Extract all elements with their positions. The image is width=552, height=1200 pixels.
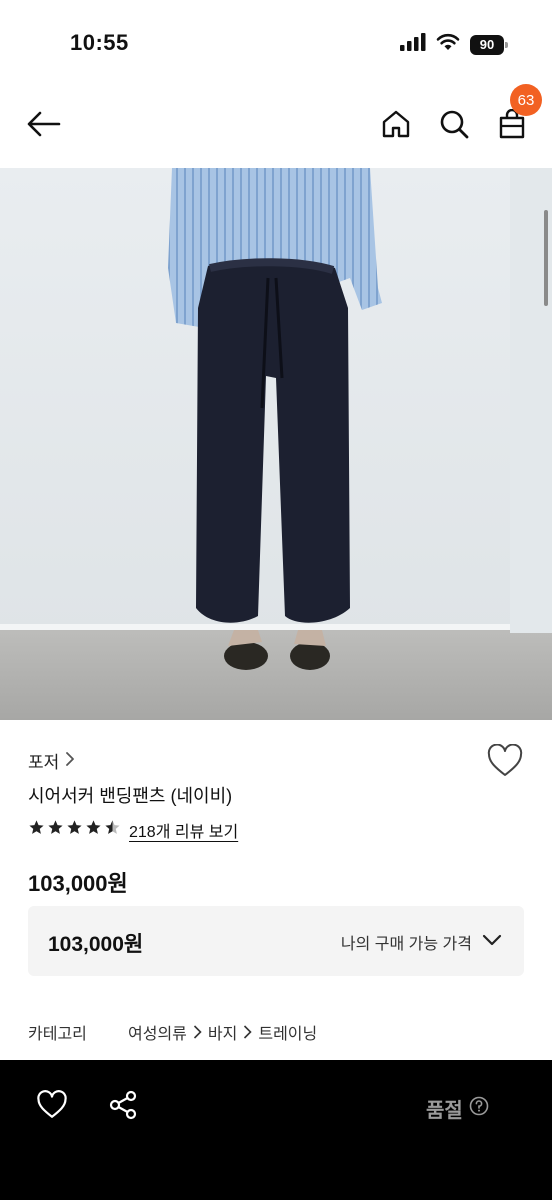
half-star-icon (104, 819, 121, 841)
bottom-action-bar: 품절 (0, 1060, 552, 1200)
wifi-icon (436, 33, 460, 56)
status-time: 10:55 (70, 30, 129, 55)
search-icon (439, 109, 469, 144)
category-label: 카테고리 (28, 1026, 87, 1043)
star-icon (66, 819, 83, 841)
purchase-price-toggle[interactable]: 나의 구매 가능 가격 (341, 930, 502, 954)
review-link[interactable]: 218개 리뷰 보기 (129, 818, 238, 842)
category-row: 카테고리 여성의류 바지 트레이닝 (28, 1020, 317, 1044)
soldout-label: 품절 (426, 1100, 463, 1122)
share-icon (108, 1090, 138, 1124)
breadcrumb-item[interactable]: 여성의류 (128, 1020, 187, 1044)
status-bar: 10:55 90 (0, 0, 552, 88)
help-circle-icon[interactable] (469, 1096, 489, 1122)
heart-icon (36, 1090, 68, 1124)
image-scroll-indicator (544, 210, 548, 306)
star-rating (28, 819, 121, 841)
breadcrumb-item[interactable]: 트레이닝 (258, 1020, 317, 1044)
product-price: 103,000원 (28, 871, 128, 896)
app-header: 63 (0, 84, 552, 168)
home-icon (381, 109, 411, 144)
purchase-price-box[interactable]: 103,000원 나의 구매 가능 가격 (28, 906, 524, 976)
cellular-signal-icon (400, 33, 426, 56)
purchase-price-toggle-label: 나의 구매 가능 가격 (340, 936, 472, 953)
product-title: 시어서커 밴딩팬츠 (네이비) (28, 786, 233, 806)
chevron-right-icon (243, 1025, 252, 1039)
star-icon (47, 819, 64, 841)
purchase-price-amount: 103,000원 (48, 933, 144, 956)
chevron-right-icon (65, 751, 75, 771)
status-icons: 90 (400, 33, 508, 56)
star-icon (85, 819, 102, 841)
rating-row: 218개 리뷰 보기 (28, 818, 238, 842)
chevron-right-icon (193, 1025, 202, 1039)
brand-link[interactable]: 포저 (28, 748, 75, 773)
back-arrow-icon (27, 111, 61, 142)
brand-name: 포저 (28, 753, 60, 772)
search-button[interactable] (434, 106, 474, 146)
heart-icon (486, 743, 524, 782)
back-button[interactable] (24, 106, 64, 146)
like-button[interactable] (36, 1090, 68, 1122)
product-image[interactable] (0, 168, 552, 720)
star-icon (28, 819, 45, 841)
share-button[interactable] (108, 1090, 138, 1120)
battery-icon: 90 (470, 34, 508, 55)
wishlist-button[interactable] (486, 743, 524, 782)
breadcrumb-item[interactable]: 바지 (208, 1020, 237, 1044)
home-button[interactable] (376, 106, 416, 146)
chevron-down-icon (482, 933, 502, 951)
cart-button[interactable]: 63 (492, 84, 542, 146)
soldout-status[interactable]: 품절 (426, 1094, 489, 1123)
breadcrumb: 여성의류 바지 트레이닝 (128, 1020, 317, 1044)
cart-count-badge: 63 (510, 84, 542, 116)
